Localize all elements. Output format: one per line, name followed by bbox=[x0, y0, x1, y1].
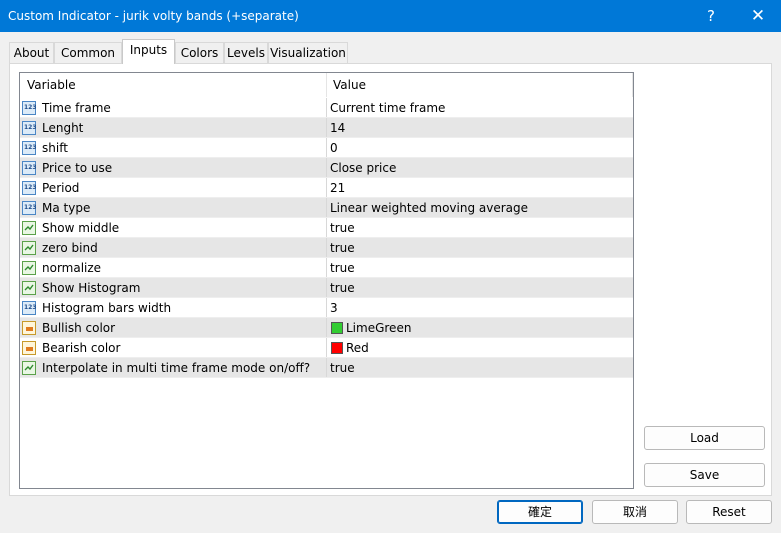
variable-value[interactable]: true bbox=[330, 238, 355, 258]
numeric-param-icon: 123 bbox=[22, 201, 37, 215]
boolean-param-icon bbox=[22, 261, 36, 275]
variable-name: normalize bbox=[42, 261, 102, 275]
inputs-grid[interactable]: Variable Value 123 Time frame Current time… bbox=[19, 72, 634, 489]
variable-name: shift bbox=[42, 141, 68, 155]
variable-value[interactable]: LimeGreen bbox=[346, 318, 411, 338]
help-icon[interactable]: ? bbox=[691, 0, 731, 32]
numeric-param-icon: 123 bbox=[22, 141, 37, 155]
table-row[interactable]: Interpolate in multi time frame mode on/… bbox=[20, 358, 633, 378]
numeric-param-icon: 123 bbox=[22, 101, 37, 115]
variable-value[interactable]: Linear weighted moving average bbox=[330, 198, 528, 218]
tab-levels[interactable]: Levels bbox=[224, 42, 268, 63]
table-row[interactable]: Bullish color LimeGreen bbox=[20, 318, 633, 338]
variable-name: zero bind bbox=[42, 241, 98, 255]
variable-value[interactable]: true bbox=[330, 218, 355, 238]
variable-name: Interpolate in multi time frame mode on/… bbox=[42, 361, 311, 375]
variable-name: Lenght bbox=[42, 121, 84, 135]
title-bar: Custom Indicator - jurik volty bands (+s… bbox=[0, 0, 781, 32]
variable-value[interactable]: true bbox=[330, 358, 355, 378]
table-row[interactable]: 123 Histogram bars width 3 bbox=[20, 298, 633, 318]
table-row[interactable]: Bearish color Red bbox=[20, 338, 633, 358]
table-row[interactable]: 123 Period 21 bbox=[20, 178, 633, 198]
variable-value[interactable]: 21 bbox=[330, 178, 345, 198]
table-row[interactable]: 123 Ma type Linear weighted moving average bbox=[20, 198, 633, 218]
header-value[interactable]: Value bbox=[333, 73, 366, 97]
grid-header: Variable Value bbox=[20, 73, 633, 97]
save-button[interactable]: Save bbox=[644, 463, 765, 487]
tab-inputs[interactable]: Inputs bbox=[122, 39, 175, 64]
variable-value[interactable]: Current time frame bbox=[330, 98, 445, 118]
numeric-param-icon: 123 bbox=[22, 301, 37, 315]
header-variable[interactable]: Variable bbox=[27, 73, 76, 97]
variable-name: Bullish color bbox=[42, 321, 116, 335]
boolean-param-icon bbox=[22, 221, 36, 235]
numeric-param-icon: 123 bbox=[22, 121, 37, 135]
table-row[interactable]: zero bind true bbox=[20, 238, 633, 258]
boolean-param-icon bbox=[22, 241, 36, 255]
table-row[interactable]: Show middle true bbox=[20, 218, 633, 238]
variable-name: Price to use bbox=[42, 161, 113, 175]
tab-colors[interactable]: Colors bbox=[175, 42, 224, 63]
variable-name: Time frame bbox=[42, 101, 111, 115]
variable-value[interactable]: 3 bbox=[330, 298, 338, 318]
close-icon[interactable]: ✕ bbox=[738, 0, 778, 32]
tab-visualization[interactable]: Visualization bbox=[268, 42, 348, 63]
ok-button[interactable]: 確定 bbox=[497, 500, 583, 524]
table-row[interactable]: Show Histogram true bbox=[20, 278, 633, 298]
variable-value[interactable]: 0 bbox=[330, 138, 338, 158]
tab-about[interactable]: About bbox=[9, 42, 54, 63]
table-row[interactable]: 123 shift 0 bbox=[20, 138, 633, 158]
table-row[interactable]: normalize true bbox=[20, 258, 633, 278]
color-swatch[interactable] bbox=[331, 342, 343, 354]
numeric-param-icon: 123 bbox=[22, 181, 37, 195]
variable-name: Period bbox=[42, 181, 80, 195]
variable-value[interactable]: 14 bbox=[330, 118, 345, 138]
color-param-icon bbox=[22, 321, 36, 335]
cancel-button[interactable]: 取消 bbox=[592, 500, 678, 524]
boolean-param-icon bbox=[22, 281, 36, 295]
table-row[interactable]: 123 Price to use Close price bbox=[20, 158, 633, 178]
load-button[interactable]: Load bbox=[644, 426, 765, 450]
variable-name: Bearish color bbox=[42, 341, 121, 355]
reset-button[interactable]: Reset bbox=[686, 500, 772, 524]
variable-value[interactable]: Close price bbox=[330, 158, 396, 178]
variable-value[interactable]: Red bbox=[346, 338, 369, 358]
boolean-param-icon bbox=[22, 361, 36, 375]
table-row[interactable]: 123 Lenght 14 bbox=[20, 118, 633, 138]
window-title: Custom Indicator - jurik volty bands (+s… bbox=[8, 9, 299, 23]
table-row[interactable]: 123 Time frame Current time frame bbox=[20, 98, 633, 118]
variable-value[interactable]: true bbox=[330, 278, 355, 298]
variable-name: Show Histogram bbox=[42, 281, 141, 295]
variable-value[interactable]: true bbox=[330, 258, 355, 278]
color-swatch[interactable] bbox=[331, 322, 343, 334]
color-param-icon bbox=[22, 341, 36, 355]
variable-name: Histogram bars width bbox=[42, 301, 172, 315]
variable-name: Show middle bbox=[42, 221, 120, 235]
variable-name: Ma type bbox=[42, 201, 91, 215]
numeric-param-icon: 123 bbox=[22, 161, 37, 175]
tab-common[interactable]: Common bbox=[54, 42, 122, 63]
